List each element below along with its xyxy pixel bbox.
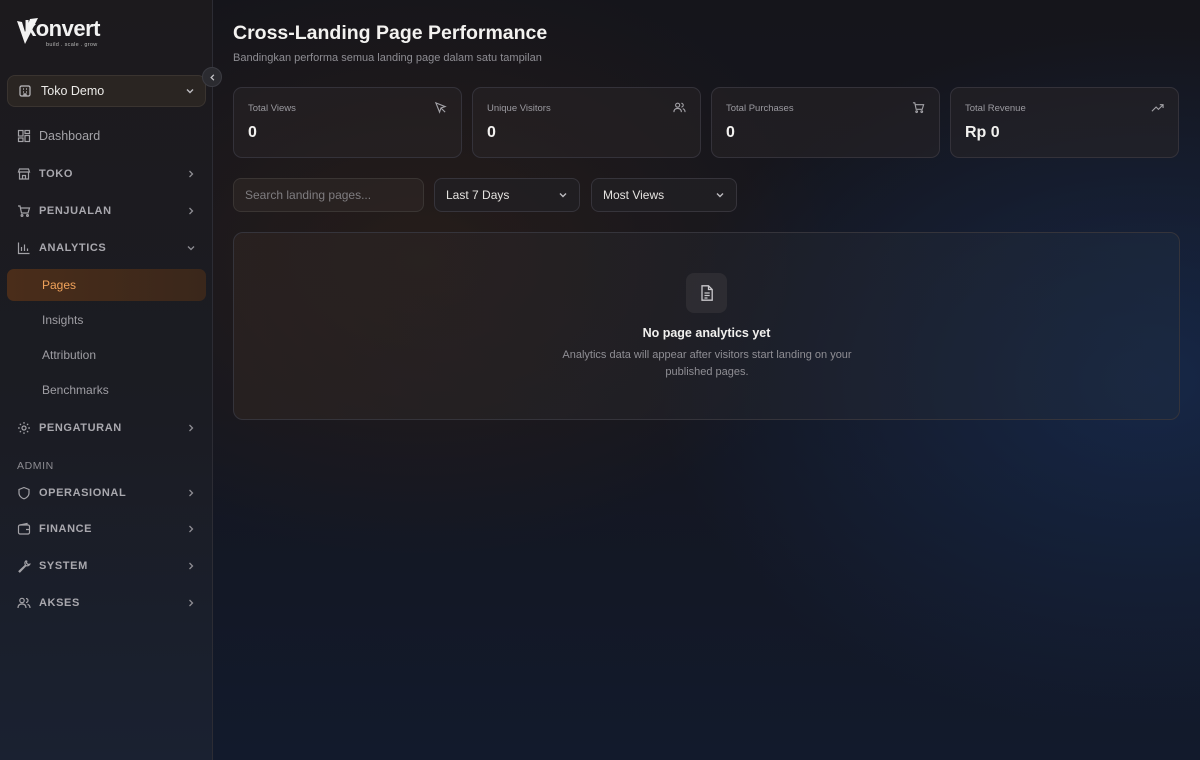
sidebar-subitem-attribution[interactable]: Attribution [7, 339, 206, 371]
bar-chart-icon [17, 241, 31, 255]
store-icon [18, 84, 32, 98]
shield-icon [17, 486, 31, 500]
chevron-down-icon [715, 190, 725, 200]
sidebar-item-label: PENJUALAN [39, 205, 112, 217]
sidebar-item-label: SYSTEM [39, 560, 88, 572]
logo-tagline: build . scale . grow [46, 42, 98, 48]
admin-section-label: ADMIN [17, 460, 54, 472]
sidebar-item-penjualan[interactable]: PENJUALAN [7, 195, 206, 227]
chevron-right-icon [186, 423, 196, 433]
sidebar-item-label: TOKO [39, 168, 73, 180]
trending-up-icon [1151, 104, 1164, 112]
stat-card-total-purchases: Total Purchases 0 [711, 87, 940, 158]
chevron-down-icon [558, 190, 568, 200]
sidebar-item-label: ANALYTICS [39, 242, 107, 254]
stat-value: 0 [248, 124, 257, 141]
stat-card-total-revenue: Total Revenue Rp 0 [950, 87, 1179, 158]
chevron-down-icon [186, 243, 196, 253]
store-selector[interactable]: Toko Demo [7, 75, 206, 107]
cursor-icon [434, 101, 447, 114]
sidebar: konvert build . scale . grow Toko Demo D… [0, 0, 222, 760]
chevron-right-icon [186, 206, 196, 216]
sidebar-item-dashboard[interactable]: Dashboard [7, 120, 206, 152]
wrench-icon [17, 559, 31, 573]
cart-icon [17, 204, 31, 218]
sidebar-item-toko[interactable]: TOKO [7, 158, 206, 190]
period-select-value: Last 7 Days [446, 188, 510, 202]
sidebar-item-pengaturan[interactable]: PENGATURAN [7, 412, 206, 444]
sidebar-item-finance[interactable]: FINANCE [7, 513, 206, 545]
chevron-right-icon [186, 598, 196, 608]
empty-state-description: Analytics data will appear after visitor… [562, 349, 852, 378]
sidebar-item-label: OPERASIONAL [39, 487, 127, 499]
period-select[interactable]: Last 7 Days [434, 178, 580, 212]
sidebar-item-analytics[interactable]: ANALYTICS [7, 232, 206, 264]
sidebar-item-label: AKSES [39, 597, 80, 609]
stat-label: Total Purchases [726, 103, 794, 114]
stat-value: 0 [487, 124, 496, 141]
sidebar-item-system[interactable]: SYSTEM [7, 550, 206, 582]
chevron-right-icon [186, 524, 196, 534]
dashboard-icon [17, 129, 31, 143]
stat-label: Total Revenue [965, 103, 1026, 114]
page-subtitle: Bandingkan performa semua landing page d… [233, 52, 542, 64]
logo-text: konvert [24, 16, 100, 41]
sidebar-item-operasional[interactable]: OPERASIONAL [7, 477, 206, 509]
store-selector-label: Toko Demo [41, 84, 105, 98]
stat-value: 0 [726, 124, 735, 141]
store-icon [17, 167, 31, 181]
chevron-right-icon [186, 169, 196, 179]
empty-state-title: No page analytics yet [642, 326, 771, 340]
stat-label: Total Views [248, 103, 296, 114]
sidebar-subitem-insights[interactable]: Insights [7, 304, 206, 336]
users-icon [673, 102, 686, 113]
empty-state-panel: No page analytics yet Analytics data wil… [233, 232, 1180, 420]
document-icon [686, 273, 727, 313]
gear-icon [17, 421, 31, 435]
chevron-down-icon [185, 86, 195, 96]
sort-select-value: Most Views [603, 188, 665, 202]
chevron-right-icon [186, 488, 196, 498]
wallet-icon [17, 522, 31, 536]
sidebar-item-label: PENGATURAN [39, 422, 122, 434]
sidebar-item-label: FINANCE [39, 523, 93, 535]
sidebar-subitem-benchmarks[interactable]: Benchmarks [7, 374, 206, 406]
sidebar-item-label: Dashboard [39, 129, 101, 143]
sidebar-collapse-button[interactable] [202, 67, 222, 87]
stat-value: Rp 0 [965, 124, 1000, 141]
cart-icon [912, 102, 925, 114]
sidebar-subitem-pages[interactable]: Pages [7, 269, 206, 301]
chevron-left-icon [208, 73, 217, 82]
stat-label: Unique Visitors [487, 103, 551, 114]
stat-card-total-views: Total Views 0 [233, 87, 462, 158]
page-title: Cross-Landing Page Performance [233, 22, 548, 44]
search-input[interactable] [233, 178, 424, 212]
users-icon [17, 596, 31, 610]
stat-card-unique-visitors: Unique Visitors 0 [472, 87, 701, 158]
sort-select[interactable]: Most Views [591, 178, 737, 212]
sidebar-item-akses[interactable]: AKSES [7, 587, 206, 619]
chevron-right-icon [186, 561, 196, 571]
